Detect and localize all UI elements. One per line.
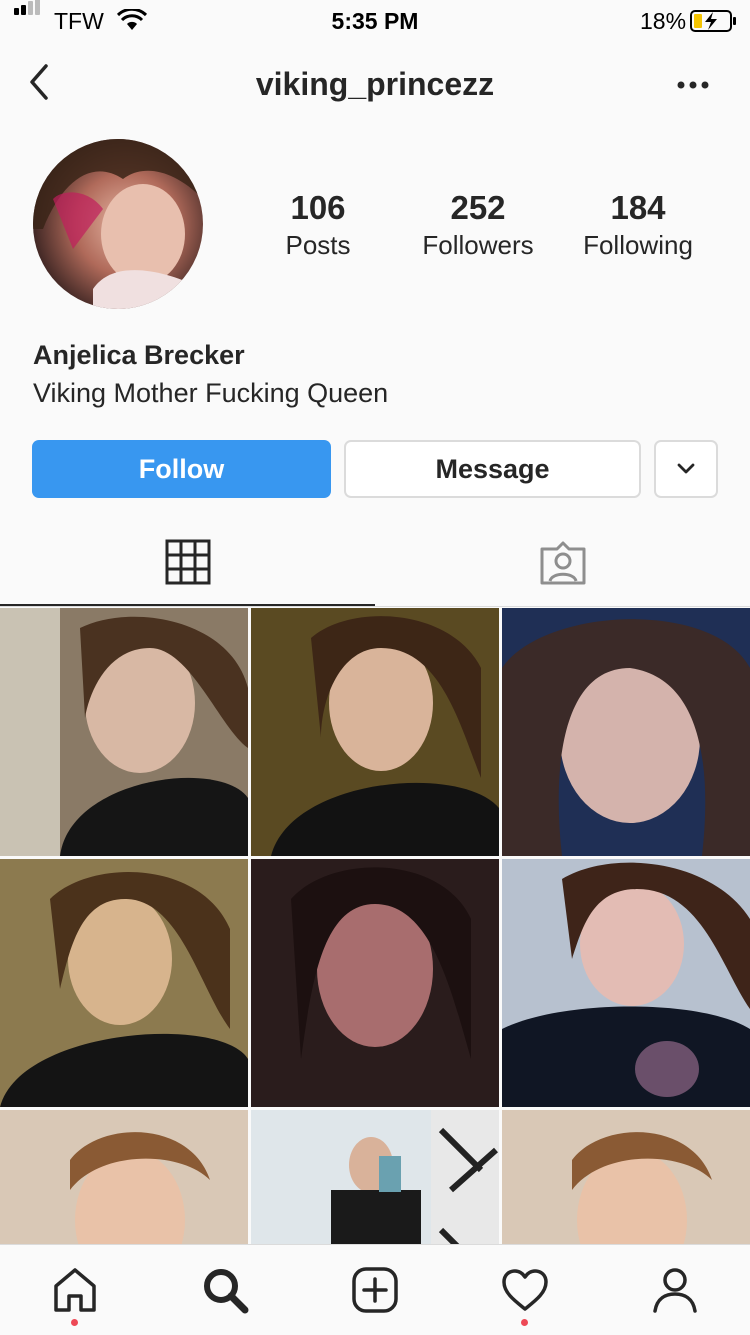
nav-home[interactable] <box>0 1245 150 1335</box>
post-thumbnail[interactable] <box>251 608 499 856</box>
post-thumbnail[interactable] <box>251 1110 499 1244</box>
message-button[interactable]: Message <box>344 440 641 498</box>
profile-username: viking_princezz <box>255 66 495 102</box>
profile-avatar[interactable] <box>33 139 203 309</box>
grid-icon <box>165 539 210 585</box>
nav-new-post[interactable] <box>300 1245 450 1335</box>
nav-search[interactable] <box>150 1245 300 1335</box>
tab-grid[interactable] <box>0 520 375 606</box>
suggested-accounts-button[interactable] <box>654 440 718 498</box>
following-label: Following <box>583 230 693 260</box>
tagged-icon <box>540 541 585 585</box>
profile-icon <box>653 1268 697 1313</box>
following-value: 184 <box>610 189 666 226</box>
post-thumbnail[interactable] <box>0 859 248 1107</box>
followers-label: Followers <box>422 230 534 260</box>
new-post-icon <box>352 1267 398 1313</box>
battery-charging-icon <box>690 10 736 32</box>
clock: 5:35 PM <box>331 8 419 34</box>
post-thumbnail[interactable] <box>502 859 750 1107</box>
status-bar: TFW 5:35 PM 18% <box>0 0 750 40</box>
follow-button[interactable]: Follow <box>32 440 331 498</box>
home-icon <box>54 1268 96 1312</box>
bottom-tab-bar <box>0 1244 750 1335</box>
post-thumbnail[interactable] <box>0 1110 248 1244</box>
nav-activity[interactable] <box>450 1245 600 1335</box>
followers-value: 252 <box>450 189 506 226</box>
post-thumbnail[interactable] <box>0 608 248 856</box>
profile-tabs <box>0 520 750 607</box>
posts-count: 106 Posts <box>238 188 398 262</box>
profile-full-name: Anjelica Brecker <box>33 340 245 370</box>
battery-percent: 18% <box>640 8 687 34</box>
more-options-icon[interactable] <box>676 80 710 90</box>
chevron-down-icon <box>677 463 695 474</box>
post-thumbnail[interactable] <box>502 1110 750 1244</box>
posts-label: Posts <box>285 230 351 260</box>
activity-icon <box>502 1269 548 1311</box>
home-notification-dot <box>71 1319 78 1326</box>
post-thumbnail[interactable] <box>251 859 499 1107</box>
posts-value: 106 <box>290 189 346 226</box>
profile-header: viking_princezz <box>0 50 750 116</box>
posts-grid <box>0 608 750 1244</box>
profile-bio: Viking Mother Fucking Queen <box>33 378 389 408</box>
nav-profile[interactable] <box>600 1245 750 1335</box>
search-icon <box>204 1269 249 1314</box>
tab-tagged[interactable] <box>375 520 750 606</box>
followers-count[interactable]: 252 Followers <box>398 188 558 262</box>
following-count[interactable]: 184 Following <box>558 188 718 262</box>
activity-notification-dot <box>521 1319 528 1326</box>
post-thumbnail[interactable] <box>502 608 750 856</box>
